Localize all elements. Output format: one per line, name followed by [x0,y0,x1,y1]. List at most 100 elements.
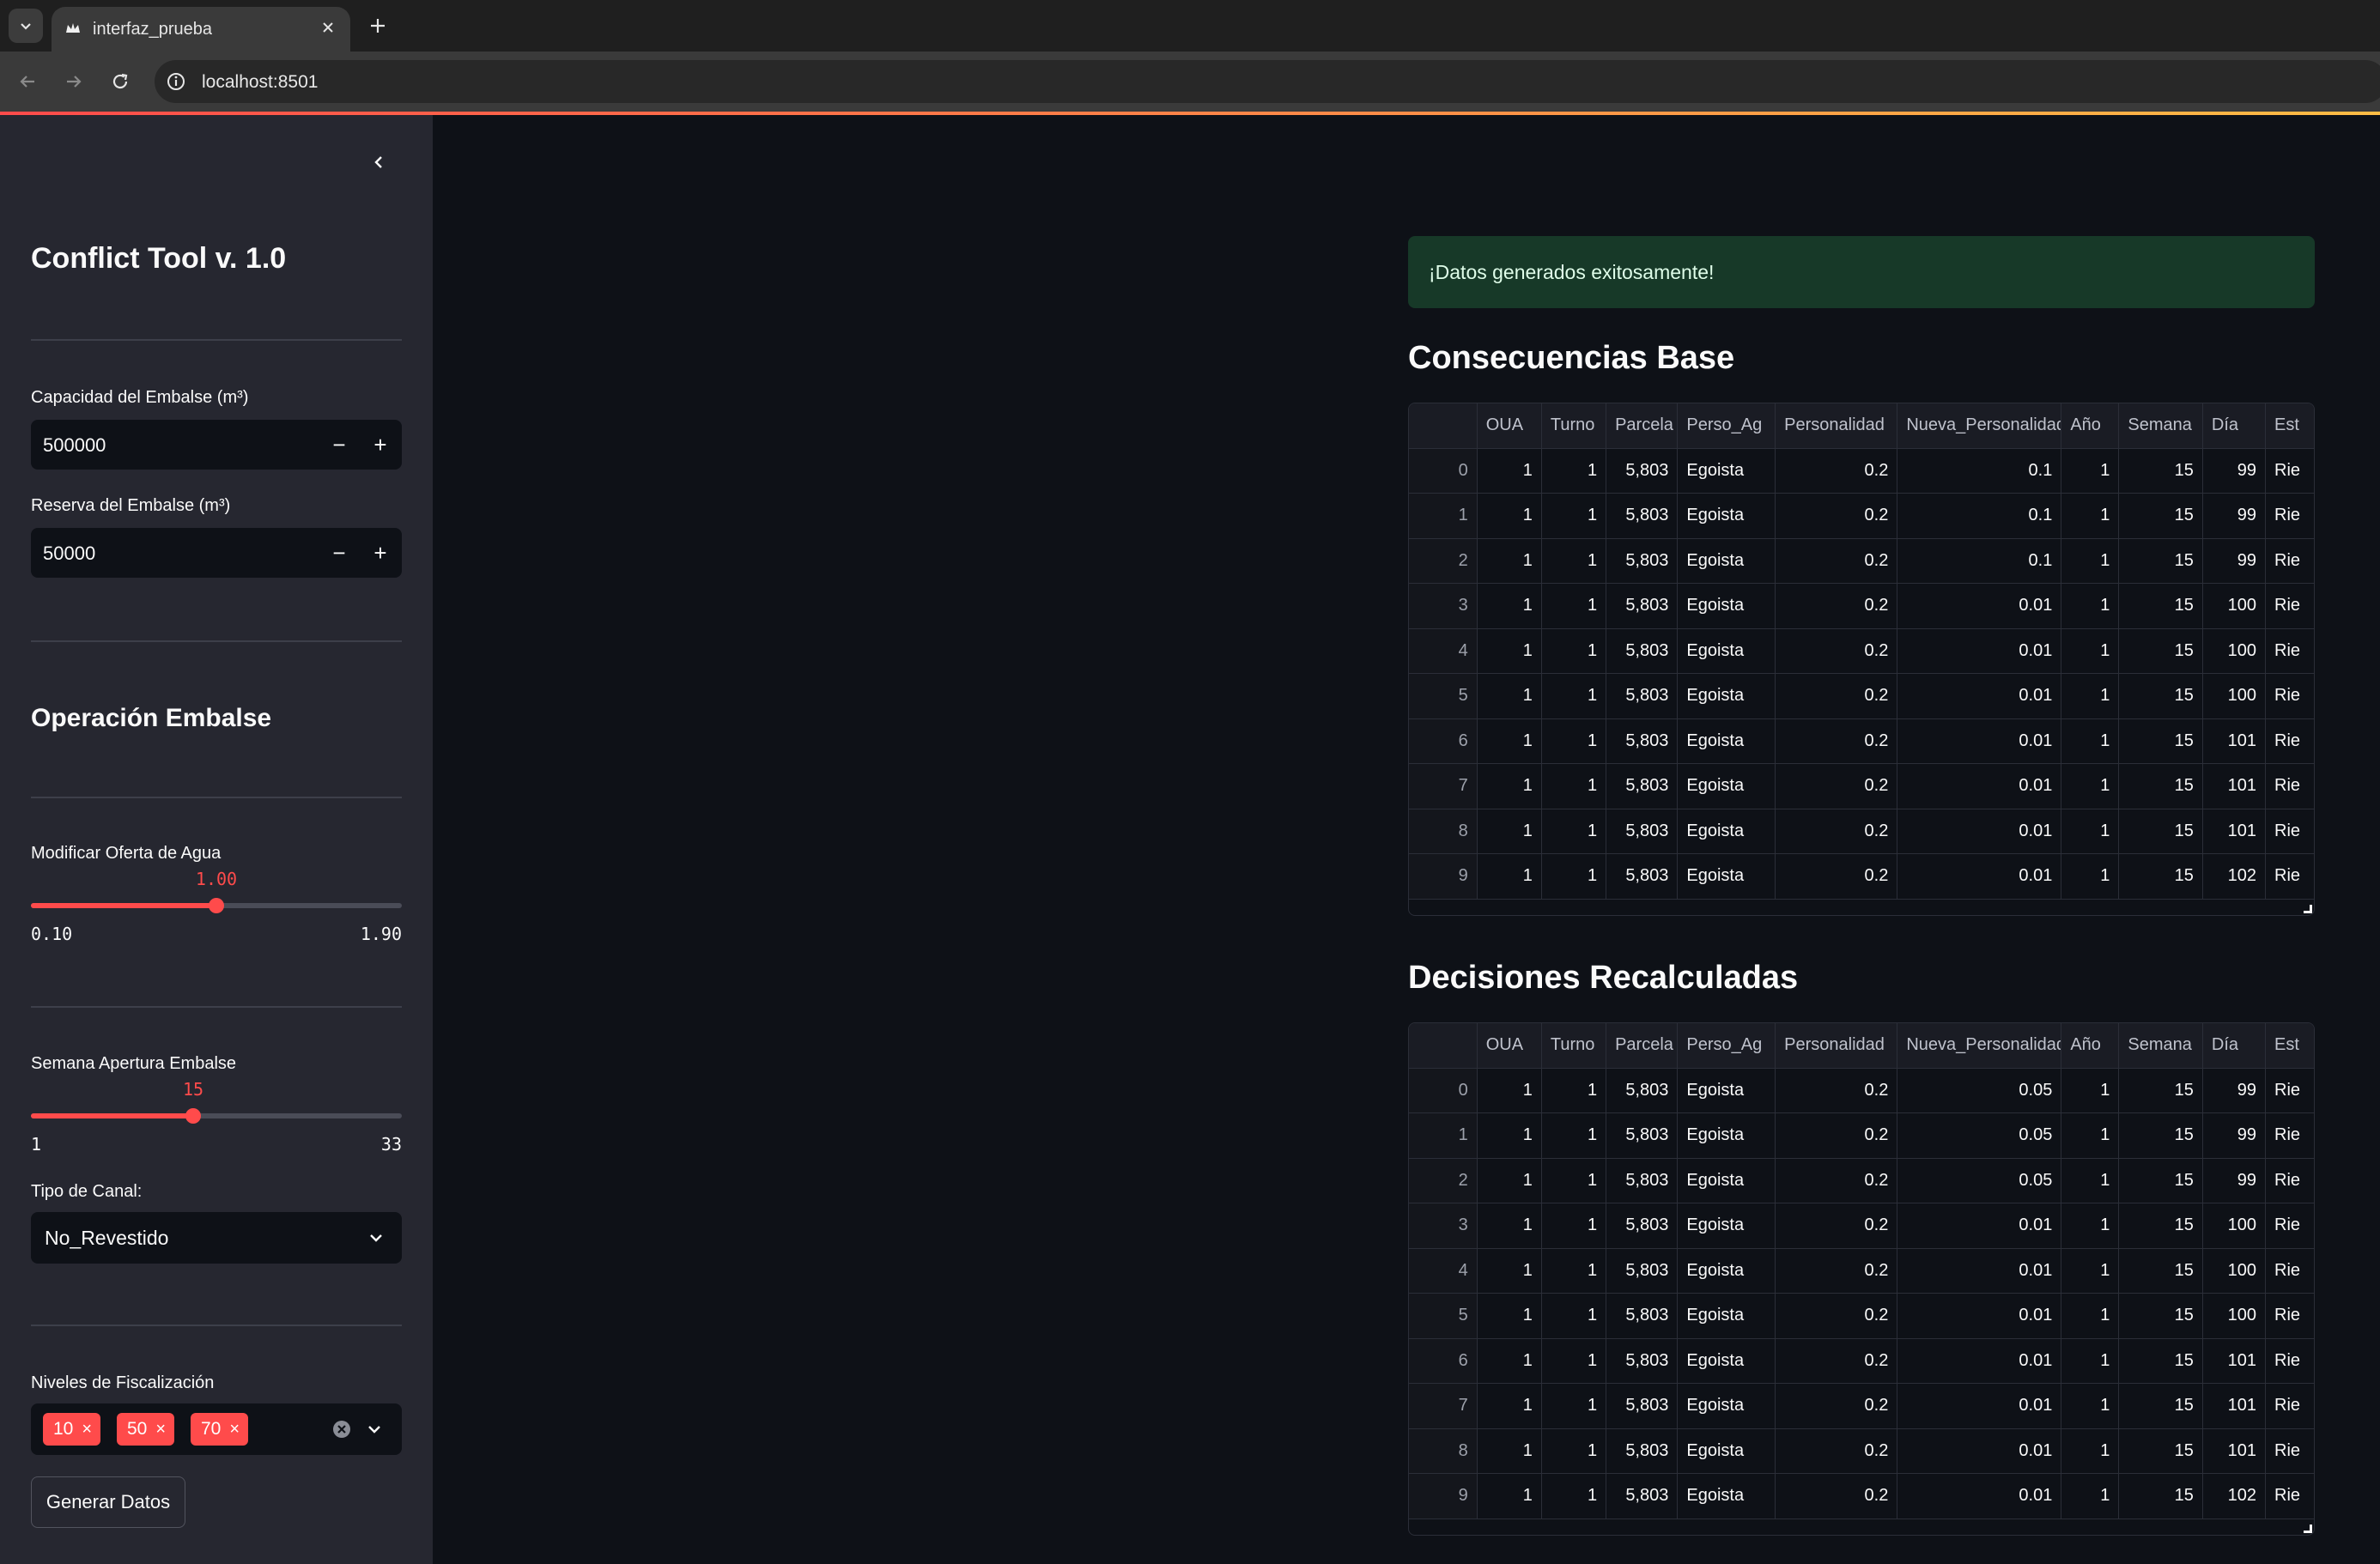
table-cell[interactable]: 0.01 [1897,673,2062,719]
column-header[interactable]: Semana [2118,1023,2203,1069]
table-cell[interactable]: Egoista [1677,1338,1776,1384]
table-cell[interactable]: Egoista [1677,1383,1776,1429]
table-cell[interactable]: 0.01 [1897,628,2062,674]
table-cell[interactable]: 1 [2061,1068,2120,1113]
index-header[interactable] [1409,1023,1478,1069]
table-cell[interactable]: 100 [2202,673,2267,719]
row-index-cell[interactable]: 0 [1409,448,1478,494]
column-header[interactable]: Año [2061,403,2120,449]
table-cell[interactable]: 15 [2118,1293,2203,1339]
reserva-value[interactable]: 50000 [43,543,95,565]
table-cell[interactable]: 0.2 [1775,1203,1898,1249]
table-cell[interactable]: Egoista [1677,1428,1776,1474]
table-cell[interactable]: 5,803 [1606,1158,1679,1203]
table-cell[interactable]: 0.01 [1897,1473,2062,1519]
chevron-down-icon[interactable] [362,1417,386,1441]
table-cell[interactable]: 0.2 [1775,1338,1898,1384]
table-cell[interactable]: 0.1 [1897,448,2062,494]
column-header[interactable]: Turno [1541,1023,1607,1069]
row-index-cell[interactable]: 2 [1409,1158,1478,1203]
consecuencias-base-dataframe[interactable]: OUA Turno Parcela Perso_Ag Personalidad Nueva… [1408,403,2315,916]
table-cell[interactable]: 15 [2118,763,2203,809]
column-header[interactable]: Perso_Ag [1677,1023,1776,1069]
table-cell[interactable]: 1 [2061,1383,2120,1429]
table-cell[interactable]: 0.2 [1775,1428,1898,1474]
column-header[interactable]: Perso_Ag [1677,403,1776,449]
table-cell[interactable]: 1 [1541,718,1607,764]
table-cell[interactable]: 1 [2061,1248,2120,1294]
table-cell[interactable]: 15 [2118,1203,2203,1249]
row-index-cell[interactable]: 5 [1409,673,1478,719]
oferta-slider[interactable]: 1.00 0.10 1.90 [31,869,402,944]
table-cell[interactable]: 1 [1477,1112,1542,1159]
table-cell[interactable]: 101 [2202,1383,2267,1429]
table-cell[interactable]: Rie [2265,1158,2314,1203]
clear-all-icon[interactable] [331,1419,352,1440]
table-cell[interactable]: 1 [2061,763,2120,809]
row-index-cell[interactable]: 7 [1409,1383,1478,1429]
address-bar[interactable]: localhost:8501 [155,60,2380,103]
table-cell[interactable]: Rie [2265,1338,2314,1384]
chevron-down-icon[interactable] [364,1226,388,1250]
table-cell[interactable]: 1 [1541,1248,1607,1294]
table-cell[interactable]: 1 [1477,718,1542,764]
semana-slider[interactable]: 15 1 33 [31,1079,402,1155]
table-cell[interactable]: 1 [1541,1383,1607,1429]
table-cell[interactable]: 15 [2118,1428,2203,1474]
table-cell[interactable]: 0.2 [1775,1293,1898,1339]
table-cell[interactable]: Rie [2265,1293,2314,1339]
column-header[interactable]: Parcela [1606,403,1679,449]
reload-icon[interactable] [103,64,137,99]
table-cell[interactable]: 1 [2061,853,2120,900]
table-cell[interactable]: 1 [1541,809,1607,854]
resize-handle-icon[interactable] [2304,1525,2312,1533]
table-cell[interactable]: 0.2 [1775,448,1898,494]
table-cell[interactable]: 0.01 [1897,1338,2062,1384]
canal-select[interactable]: No_Revestido [31,1212,402,1264]
column-header[interactable]: Parcela [1606,1023,1679,1069]
table-cell[interactable]: Rie [2265,448,2314,494]
table-cell[interactable]: 1 [2061,718,2120,764]
table-cell[interactable]: 0.01 [1897,718,2062,764]
table-cell[interactable]: 5,803 [1606,1248,1679,1294]
table-cell[interactable]: 1 [1477,1068,1542,1113]
table-cell[interactable]: Egoista [1677,538,1776,584]
table-cell[interactable]: 5,803 [1606,538,1679,584]
table-cell[interactable]: 0.2 [1775,493,1898,539]
collapse-sidebar-chevron-left-icon[interactable] [366,149,392,175]
row-index-cell[interactable]: 3 [1409,583,1478,629]
table-cell[interactable]: 1 [1541,1293,1607,1339]
reserva-number-input[interactable]: 50000 − + [31,528,402,578]
table-cell[interactable]: 1 [1541,1112,1607,1159]
row-index-cell[interactable]: 9 [1409,853,1478,900]
table-cell[interactable]: 100 [2202,1293,2267,1339]
table-cell[interactable]: 5,803 [1606,763,1679,809]
row-index-cell[interactable]: 7 [1409,763,1478,809]
row-index-cell[interactable]: 2 [1409,538,1478,584]
table-cell[interactable]: 1 [2061,1203,2120,1249]
capacidad-decrement-button[interactable]: − [323,428,355,461]
table-cell[interactable]: 1 [1477,1293,1542,1339]
table-cell[interactable]: 99 [2202,1158,2267,1203]
table-cell[interactable]: 1 [1541,583,1607,629]
table-cell[interactable]: 101 [2202,809,2267,854]
table-cell[interactable]: 15 [2118,1158,2203,1203]
table-cell[interactable]: 0.2 [1775,1248,1898,1294]
table-cell[interactable]: 0.01 [1897,1248,2062,1294]
row-index-cell[interactable]: 4 [1409,1248,1478,1294]
table-cell[interactable]: Egoista [1677,1068,1776,1113]
remove-chip-icon[interactable]: × [82,1420,92,1440]
row-index-cell[interactable]: 8 [1409,1428,1478,1474]
table-cell[interactable]: 0.2 [1775,1068,1898,1113]
table-cell[interactable]: 0.2 [1775,718,1898,764]
table-cell[interactable]: 1 [2061,1428,2120,1474]
remove-chip-icon[interactable]: × [229,1420,240,1440]
slider-thumb[interactable] [209,898,224,913]
table-cell[interactable]: Egoista [1677,1158,1776,1203]
table-cell[interactable]: Egoista [1677,853,1776,900]
reserva-increment-button[interactable]: + [364,536,397,569]
table-cell[interactable]: 1 [1541,1068,1607,1113]
table-cell[interactable]: 101 [2202,718,2267,764]
table-cell[interactable]: Egoista [1677,673,1776,719]
table-cell[interactable]: 15 [2118,1248,2203,1294]
